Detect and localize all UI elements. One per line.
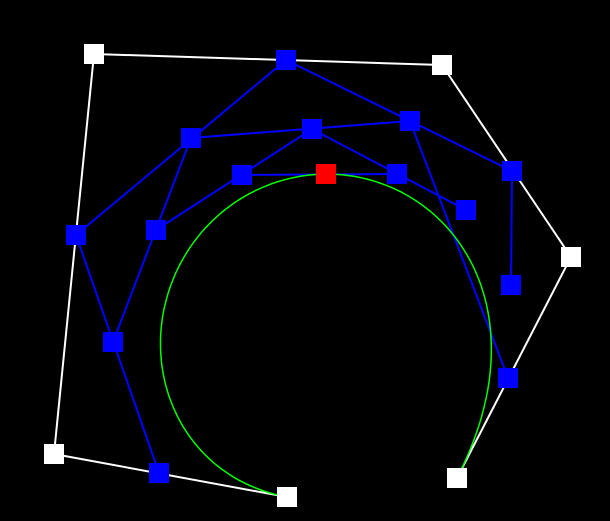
construction-point-2-4 — [498, 368, 518, 388]
curve-point-marker — [316, 164, 336, 184]
control-handle-5[interactable] — [561, 247, 581, 267]
construction-point-1-3 — [276, 50, 296, 70]
construction-point-4-1 — [232, 165, 252, 185]
construction-point-1-5 — [501, 275, 521, 295]
control-handle-6[interactable] — [447, 468, 467, 488]
bezier-canvas[interactable] — [0, 0, 610, 521]
construction-point-3-2 — [302, 119, 322, 139]
control-handle-2[interactable] — [44, 444, 64, 464]
control-handle-3[interactable] — [84, 44, 104, 64]
construction-point-1-1 — [149, 463, 169, 483]
construction-point-1-2 — [66, 225, 86, 245]
construction-point-3-3 — [456, 200, 476, 220]
construction-point-1-4 — [502, 161, 522, 181]
construction-point-3-1 — [146, 220, 166, 240]
construction-point-2-3 — [400, 111, 420, 131]
construction-point-2-1 — [103, 332, 123, 352]
control-handle-4[interactable] — [432, 55, 452, 75]
control-handle-1[interactable] — [277, 487, 297, 507]
curve-point — [316, 164, 336, 184]
construction-point-2-2 — [181, 128, 201, 148]
construction-point-4-2 — [387, 164, 407, 184]
